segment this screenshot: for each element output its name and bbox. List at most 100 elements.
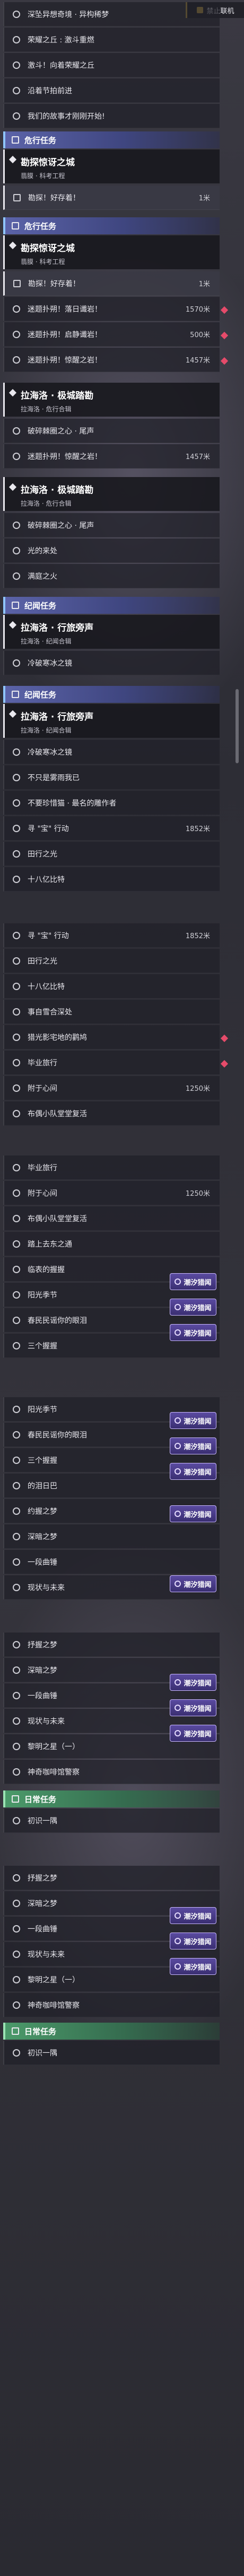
group-subtitle: 拉海洛 · 纪闻合辑 xyxy=(21,727,72,734)
quest-label: 三个握握 xyxy=(28,1342,57,1351)
badge-label: 潮汐猎闻 xyxy=(184,1278,212,1287)
quest-label: 迷题扑朔！惊醒之岩！ xyxy=(28,452,102,461)
section-daily[interactable]: 日常任务 xyxy=(3,2023,220,2040)
quest-row[interactable]: 布偶小队堂堂复活 xyxy=(3,1206,220,1231)
quest-group-header[interactable]: 勘探惊讶之城 翡膜 · 科考工程 xyxy=(3,235,220,269)
quest-marker-icon xyxy=(13,1163,20,1171)
quest-label: 光的来处 xyxy=(28,546,57,555)
quest-label: 抒握之梦 xyxy=(28,1640,57,1649)
quest-label: 激斗！向着荣耀之丘 xyxy=(28,61,94,70)
quest-marker-icon xyxy=(13,1816,20,1824)
daily-quest-icon xyxy=(12,1795,19,1803)
quest-marker-icon xyxy=(13,1874,20,1882)
distance-label: 1457米 xyxy=(185,453,210,461)
scrollbar-thumb[interactable] xyxy=(236,689,239,763)
quest-marker-icon xyxy=(13,1109,20,1117)
quest-row[interactable]: 寻 "宝" 行动 1852米 xyxy=(3,923,220,948)
quest-label: 荣耀之丘 : 激斗重燃 xyxy=(28,36,94,45)
group-subtitle: 翡膜 · 科考工程 xyxy=(21,172,65,180)
quest-row[interactable]: 迷题扑朔！惊醒之岩！ 1457米 xyxy=(3,348,220,372)
group-subtitle: 拉海洛 · 危行合辑 xyxy=(21,500,72,507)
quest-row[interactable]: 十八亿比特 xyxy=(3,867,220,892)
quest-row[interactable]: 神奇咖啡馆警察 xyxy=(3,1760,220,1784)
quest-marker-icon xyxy=(13,572,20,580)
event-badge: 潮汐猎闻 xyxy=(170,1412,216,1429)
quest-row[interactable]: 沿着节拍前进 xyxy=(3,78,220,103)
quest-row[interactable]: 事自雪合深处 xyxy=(3,1000,220,1024)
pin-icon xyxy=(8,241,17,250)
quest-row[interactable]: 踏上去东之通 xyxy=(3,1232,220,1256)
quest-marker-icon xyxy=(13,1640,20,1648)
quest-row-selected[interactable]: 勘探！好存着！ 1米 xyxy=(3,186,220,210)
quest-marker-icon xyxy=(13,1558,20,1566)
quest-row[interactable]: 冷破寒冰之镜 xyxy=(3,651,220,675)
quest-group-header[interactable]: 拉海洛 · 极城踏勘 拉海洛 · 危行合辑 xyxy=(3,383,220,417)
quest-row[interactable]: 光的来处 xyxy=(3,539,220,563)
quest-row[interactable]: 猎光影宅地的鹳鸠 xyxy=(3,1025,220,1049)
quest-marker-icon xyxy=(13,1583,20,1591)
tide-icon xyxy=(175,1304,181,1310)
distance-label: 1852米 xyxy=(185,932,210,940)
quest-label: 神奇咖啡馆警察 xyxy=(28,2001,80,2010)
quest-row[interactable]: 布偶小队堂堂复活 xyxy=(3,1101,220,1126)
quest-group-header[interactable]: 勘探惊讶之城 翡膜 · 科考工程 xyxy=(3,149,220,183)
quest-label: 沿着节拍前进 xyxy=(28,86,72,95)
quest-row[interactable]: 深坠异想奇境 · 异构稀梦 xyxy=(3,2,220,27)
section-legend[interactable]: 纪闻任务 xyxy=(3,597,220,614)
tide-icon xyxy=(175,1511,181,1517)
quest-row[interactable]: 满庭之火 xyxy=(3,564,220,588)
quest-row[interactable]: 田行之光 xyxy=(3,842,220,866)
quest-marker-icon xyxy=(13,1717,20,1725)
quest-label: 寻 "宝" 行动 xyxy=(28,931,69,940)
quest-row[interactable]: 毕业旅行 xyxy=(3,1051,220,1075)
quest-group-header[interactable]: 拉海洛 · 极城踏勘 拉海洛 · 危行合辑 xyxy=(3,477,220,511)
quest-label: 寻 "宝" 行动 xyxy=(28,824,69,833)
quest-row[interactable]: 破碎棘圈之心 · 尾声 xyxy=(3,513,220,537)
quest-row[interactable]: 田行之光 xyxy=(3,949,220,973)
quest-marker-icon xyxy=(13,799,20,807)
quest-row[interactable]: 不只是雾雨我已 xyxy=(3,765,220,790)
distance-label: 1米 xyxy=(198,280,210,288)
quest-group-header[interactable]: 拉海洛 · 行旅旁声 拉海洛 · 纪闻合辑 xyxy=(3,704,220,738)
quest-row[interactable]: 抒握之梦 xyxy=(3,1866,220,1890)
quest-row[interactable]: 神奇咖啡馆警察 xyxy=(3,1993,220,2017)
quest-row[interactable]: 迷题扑朔！启静谶岩！ 500米 xyxy=(3,322,220,347)
quest-row[interactable]: 不要珍惜猫 · 最名的雕作者 xyxy=(3,791,220,815)
quest-row[interactable]: 抒握之梦 xyxy=(3,1633,220,1657)
quest-row[interactable]: 一段曲锤 xyxy=(3,1550,220,1574)
quest-row[interactable]: 迷题扑朔！惊醒之岩！ 1457米 xyxy=(3,444,220,469)
quest-label: 深暗之梦 xyxy=(28,1532,57,1541)
quest-row[interactable]: 迷题扑朔！落日谶岩！ 1570米 xyxy=(3,297,220,321)
quest-row[interactable]: 激斗！向着荣耀之丘 xyxy=(3,53,220,77)
quest-row[interactable]: 破碎棘圈之心 · 尾声 xyxy=(3,419,220,443)
quest-row-selected[interactable]: 勘探！好存着！ 1米 xyxy=(3,271,220,296)
badge-label: 潮汐猎闻 xyxy=(184,1679,212,1688)
pin-icon xyxy=(8,621,17,629)
quest-row[interactable]: 附于心间 1250米 xyxy=(3,1076,220,1100)
group-title: 勘探惊讶之城 xyxy=(21,157,75,168)
quest-row[interactable]: 附于心间 1250米 xyxy=(3,1181,220,1205)
quest-row[interactable]: 深暗之梦 xyxy=(3,1524,220,1549)
section-legend[interactable]: 纪闻任务 xyxy=(3,686,220,703)
quest-row[interactable]: 荣耀之丘 : 激斗重燃 xyxy=(3,28,220,52)
quest-row[interactable]: 毕业旅行 xyxy=(3,1155,220,1180)
section-title: 危行任务 xyxy=(24,135,57,145)
section-danger[interactable]: 危行任务 xyxy=(3,217,220,234)
legend-quest-icon xyxy=(12,602,19,609)
quest-label: 初识一隅 xyxy=(28,2049,57,2058)
quest-row[interactable]: 寻 "宝" 行动 1852米 xyxy=(3,816,220,841)
quest-row[interactable]: 十八亿比特 xyxy=(3,974,220,999)
quest-row[interactable]: 初识一隅 xyxy=(3,1809,220,1833)
quest-row[interactable]: 初识一隅 xyxy=(3,2041,220,2065)
badge-label: 潮汐猎闻 xyxy=(184,1912,212,1921)
event-badge: 潮汐猎闻 xyxy=(170,1324,216,1341)
quest-marker-icon xyxy=(13,427,20,435)
section-daily[interactable]: 日常任务 xyxy=(3,1790,220,1807)
quest-row[interactable]: 冷破寒冰之镜 xyxy=(3,740,220,764)
quest-row[interactable]: 我们的故事才刚刚开始! xyxy=(3,104,220,128)
quest-group-header[interactable]: 拉海洛 · 行旅旁声 拉海洛 · 纪闻合辑 xyxy=(3,615,220,649)
section-danger[interactable]: 危行任务 xyxy=(3,131,220,148)
group-subtitle: 拉海洛 · 纪闻合辑 xyxy=(21,638,72,645)
quest-label: 事自雪合深处 xyxy=(28,1008,72,1017)
tide-icon xyxy=(175,1329,181,1336)
